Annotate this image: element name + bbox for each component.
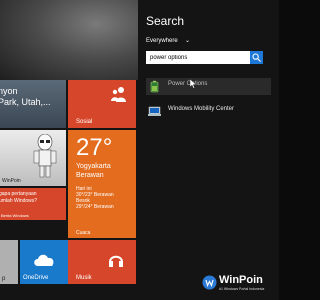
tile-weather[interactable]: 27° Yogyakarta Berawan Hari ini 30°/23° … [68, 130, 136, 238]
tile-news-text: gapa pertanyaan umlah Windows? [0, 191, 38, 204]
weather-temp: 27° [76, 134, 113, 161]
search-result-mobility-center[interactable]: Windows Mobility Center [146, 103, 271, 120]
weather-condition: Berawan [76, 172, 104, 179]
chevron-down-icon[interactable]: ⌄ [185, 37, 190, 44]
tile-nature-photo[interactable]: nyon Park, Utah,... [0, 80, 66, 128]
headphones-icon [109, 255, 123, 267]
search-button[interactable] [250, 51, 263, 64]
winpoin-logo-icon [202, 275, 217, 290]
search-result-power-options[interactable]: Power Options [146, 78, 271, 95]
tile-onedrive[interactable]: OneDrive [20, 240, 68, 284]
tile-weather-label: Cuaca [76, 230, 91, 236]
tile-social-label: Sosial [76, 119, 93, 125]
tile-social[interactable]: Sosial [68, 80, 136, 128]
mobility-center-icon [148, 106, 161, 116]
tile-blog-label: WinPoin [2, 178, 21, 184]
tile-winpoin-blog[interactable]: WinPoin [0, 130, 66, 186]
tile-onedrive-label: OneDrive [23, 275, 49, 281]
battery-icon [150, 80, 159, 93]
watermark-name: WinPoin [219, 274, 263, 286]
cloud-icon [34, 254, 54, 266]
winpoin-watermark: WinPoin #1 Windows Portal Indonesia [200, 272, 277, 298]
background-photo [0, 0, 138, 80]
weather-tomorrow-value: 29°/24° Berawan [76, 204, 114, 210]
tile-music-label: Musik [76, 275, 92, 281]
weather-city-block: Yogyakarta Berawan [76, 162, 111, 180]
search-result-label: Power Options [168, 81, 208, 87]
search-result-label: Windows Mobility Center [168, 106, 235, 112]
tile-music[interactable]: Musik [68, 240, 136, 284]
tile-photos-label: p [2, 276, 6, 282]
tile-nature-text: nyon Park, Utah,... [0, 86, 51, 107]
search-charm: Search Everywhere ⌄ Power Options Window… [138, 0, 279, 300]
cursor-icon [190, 79, 197, 89]
search-title: Search [146, 14, 185, 28]
people-icon [111, 87, 126, 102]
weather-forecast: Hari ini 30°/23° Berawan Besok 29°/24° B… [76, 186, 114, 210]
watermark-sub: #1 Windows Portal Indonesia [219, 287, 265, 291]
search-scope-dropdown[interactable]: Everywhere [146, 38, 178, 44]
start-screen: nyon Park, Utah,... Sosial WinPoin gapa … [0, 0, 138, 300]
search-icon [252, 53, 261, 62]
tile-news[interactable]: gapa pertanyaan umlah Windows? Berita Wi… [0, 188, 66, 220]
stormtrooper-image [33, 134, 57, 178]
tile-photos[interactable]: p [0, 240, 18, 284]
tile-news-sub: Berita Windows [1, 213, 29, 218]
search-input[interactable] [146, 51, 250, 64]
weather-city: Yogyakarta [76, 163, 111, 170]
